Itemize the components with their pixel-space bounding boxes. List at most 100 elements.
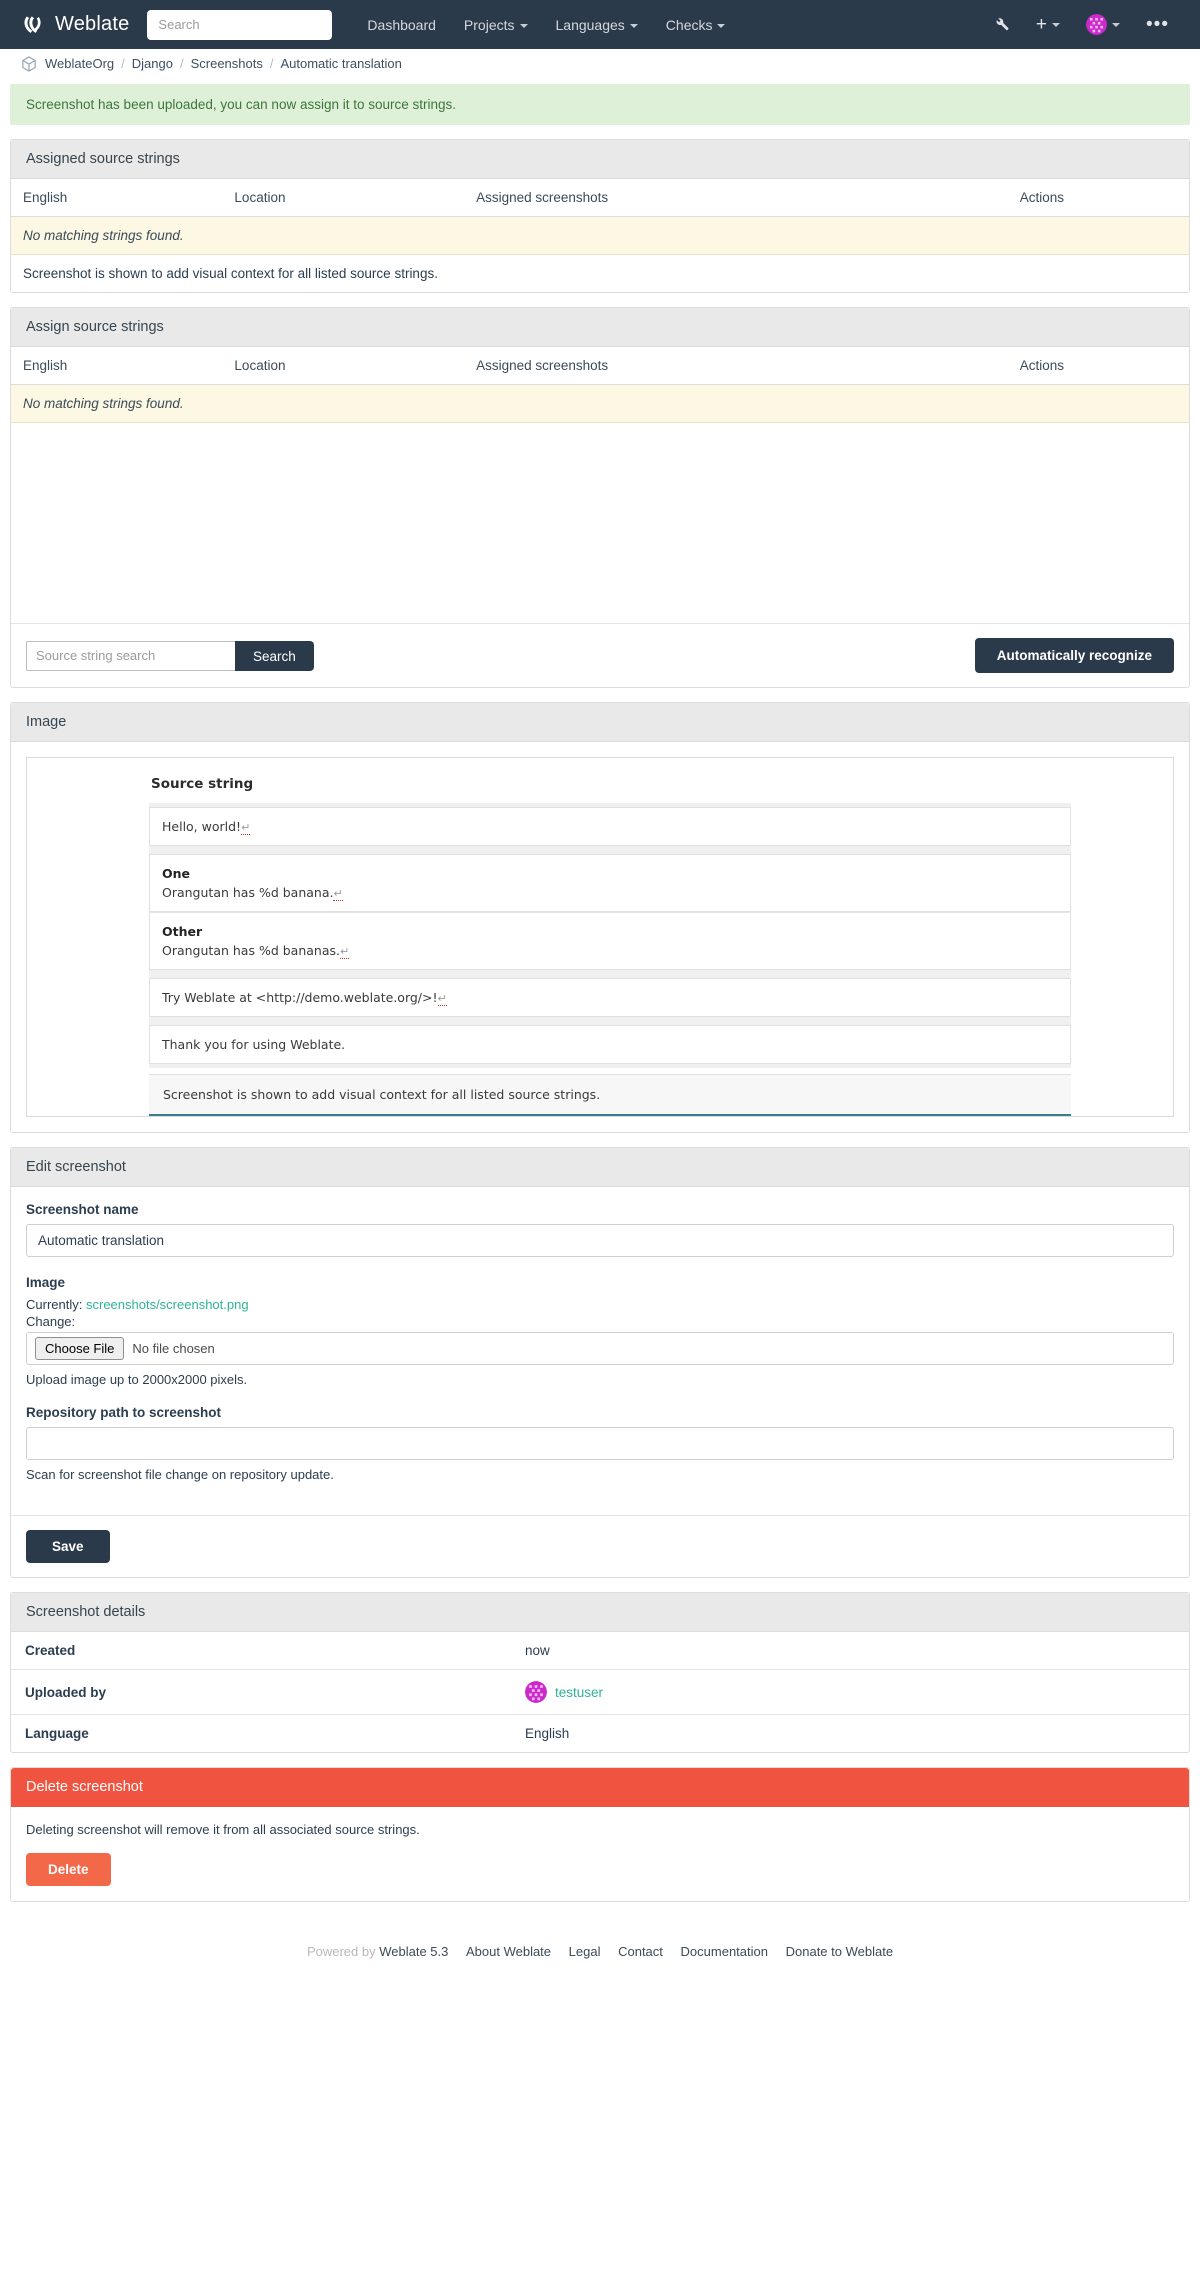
repository-path-input[interactable] <box>26 1427 1174 1460</box>
assign-search-bar: Search Automatically recognize <box>11 623 1189 687</box>
column-header-english: English <box>11 179 223 217</box>
screenshot-footer-note: Screenshot is shown to add visual contex… <box>149 1074 1071 1116</box>
image-upload-group: Image Currently: screenshots/screenshot.… <box>26 1275 1174 1387</box>
global-search-input[interactable] <box>147 9 333 40</box>
automatically-recognize-button[interactable]: Automatically recognize <box>974 638 1174 673</box>
navbar-actions: + ••• <box>982 7 1186 42</box>
user-cell: testuser <box>525 1681 1175 1703</box>
edit-form: Screenshot name Image Currently: screens… <box>11 1187 1189 1515</box>
save-button[interactable]: Save <box>26 1530 110 1563</box>
panel-note-row: Screenshot is shown to add visual contex… <box>11 255 1189 293</box>
edit-panel-footer: Save <box>11 1515 1189 1577</box>
wrench-icon <box>993 15 1010 34</box>
nav-languages[interactable]: Languages <box>543 9 651 41</box>
nav-dashboard[interactable]: Dashboard <box>354 9 449 41</box>
choose-file-button[interactable]: Choose File <box>35 1337 125 1360</box>
breadcrumb-item-screenshots[interactable]: Screenshots <box>191 56 263 71</box>
screenshot-preview[interactable]: Source string Hello, world!↵ One Orangut… <box>26 757 1174 1117</box>
footer-link-legal[interactable]: Legal <box>569 1944 601 1959</box>
return-glyph-icon: ↵ <box>339 945 350 959</box>
screenshot-string-text: Try Weblate at <http://demo.weblate.org/… <box>162 990 438 1005</box>
table-header-row: English Location Assigned screenshots Ac… <box>11 179 1189 217</box>
plural-form-label: One <box>162 866 191 881</box>
chevron-down-icon <box>629 23 638 28</box>
nav-checks[interactable]: Checks <box>653 9 739 41</box>
screenshot-file-input[interactable]: Choose File No file chosen <box>26 1332 1174 1365</box>
column-header-location: Location <box>222 347 465 385</box>
screenshot-name-label: Screenshot name <box>26 1202 139 1217</box>
image-label: Image <box>26 1275 66 1290</box>
screenshot-string-text: Orangutan has %d banana. <box>162 885 334 900</box>
assign-source-strings-panel: Assign source strings English Location A… <box>10 307 1190 688</box>
repository-path-group: Repository path to screenshot Scan for s… <box>26 1405 1174 1482</box>
assigned-strings-table: English Location Assigned screenshots Ac… <box>11 179 1189 292</box>
footer-link-contact[interactable]: Contact <box>618 1944 663 1959</box>
breadcrumb-item-organization[interactable]: WeblateOrg <box>45 56 114 71</box>
screenshot-string-row: Thank you for using Weblate. <box>149 1025 1071 1064</box>
delete-warning-text: Deleting screenshot will remove it from … <box>26 1822 420 1837</box>
screenshot-inner: Source string Hello, world!↵ One Orangut… <box>27 776 1173 1116</box>
assigned-panel-title: Assigned source strings <box>11 140 1189 179</box>
change-label: Change: <box>26 1314 76 1329</box>
repository-path-help: Scan for screenshot file change on repos… <box>26 1467 334 1482</box>
footer-link-donate[interactable]: Donate to Weblate <box>786 1944 893 1959</box>
empty-state-message: No matching strings found. <box>11 216 1189 255</box>
breadcrumb-separator: / <box>121 56 125 71</box>
screenshot-string-row: Try Weblate at <http://demo.weblate.org/… <box>149 978 1071 1017</box>
nav-projects[interactable]: Projects <box>451 9 541 41</box>
search-button[interactable]: Search <box>235 640 314 671</box>
screenshot-name-input[interactable] <box>26 1224 1174 1257</box>
screenshot-string-group: Try Weblate at <http://demo.weblate.org/… <box>149 974 1071 1021</box>
chevron-down-icon <box>717 23 726 28</box>
breadcrumb-item-current[interactable]: Automatic translation <box>280 56 401 71</box>
footer-link-about[interactable]: About Weblate <box>466 1944 551 1959</box>
brand-home-link[interactable]: Weblate <box>14 12 135 38</box>
screenshot-plural-row-other: Other Orangutan has %d bananas.↵ <box>149 912 1071 970</box>
column-header-assigned-screenshots: Assigned screenshots <box>464 179 1008 217</box>
footer-version-link[interactable]: Weblate 5.3 <box>379 1944 448 1959</box>
screenshot-plural-group: One Orangutan has %d banana. ↵ Other Oran… <box>149 850 1071 974</box>
detail-value-created: now <box>511 1632 1189 1670</box>
user-menu-button[interactable] <box>1075 7 1131 42</box>
chevron-down-icon <box>1052 22 1061 27</box>
tools-menu-button[interactable] <box>982 8 1021 41</box>
current-screenshot-link[interactable]: screenshots/screenshot.png <box>86 1297 249 1312</box>
screenshot-name-group: Screenshot name <box>26 1202 1174 1257</box>
column-header-actions: Actions <box>1007 347 1189 385</box>
assign-panel-title: Assign source strings <box>11 308 1189 347</box>
assigned-panel-note: Screenshot is shown to add visual contex… <box>23 266 438 281</box>
more-menu-button[interactable]: ••• <box>1135 8 1180 41</box>
screenshot-string-group: Hello, world!↵ <box>149 803 1071 850</box>
delete-panel-title: Delete screenshot <box>11 1768 1189 1807</box>
add-menu-button[interactable]: + <box>1025 8 1071 41</box>
screenshot-details-panel: Screenshot details Created now Uploaded … <box>10 1592 1190 1753</box>
delete-screenshot-panel: Delete screenshot Deleting screenshot wi… <box>10 1767 1190 1902</box>
footer-link-documentation[interactable]: Documentation <box>681 1944 768 1959</box>
avatar <box>1086 14 1108 35</box>
upload-success-alert: Screenshot has been uploaded, you can no… <box>10 84 1190 125</box>
brand-name: Weblate <box>55 13 130 35</box>
details-row-created: Created now <box>11 1632 1189 1670</box>
detail-label-created: Created <box>11 1632 511 1670</box>
nav-projects-label: Projects <box>463 16 515 33</box>
delete-button[interactable]: Delete <box>26 1853 111 1886</box>
detail-label-uploaded-by: Uploaded by <box>11 1669 511 1715</box>
currently-label: Currently: <box>26 1297 83 1312</box>
nav-dashboard-label: Dashboard <box>367 16 436 33</box>
upload-help-text: Upload image up to 2000x2000 pixels. <box>26 1372 248 1387</box>
empty-state-row: No matching strings found. <box>11 216 1189 255</box>
primary-nav: Dashboard Projects Languages Checks <box>354 9 738 41</box>
delete-panel-body: Deleting screenshot will remove it from … <box>11 1807 1189 1901</box>
return-glyph-icon: ↵ <box>241 821 251 835</box>
currently-row: Currently: screenshots/screenshot.png <box>26 1297 1174 1312</box>
column-header-location: Location <box>222 179 465 217</box>
screenshot-content: Source string Hello, world!↵ One Orangut… <box>27 758 1173 1116</box>
source-string-search-input[interactable] <box>26 640 236 671</box>
chevron-down-icon <box>519 23 528 28</box>
screenshot-string-group: Thank you for using Weblate. <box>149 1021 1071 1068</box>
top-navbar: Weblate Dashboard Projects Languages Che… <box>0 0 1200 49</box>
breadcrumb-item-project[interactable]: Django <box>132 56 173 71</box>
plus-icon: + <box>1035 14 1048 35</box>
project-cube-icon <box>20 55 38 73</box>
uploader-username-link[interactable]: testuser <box>555 1685 603 1700</box>
